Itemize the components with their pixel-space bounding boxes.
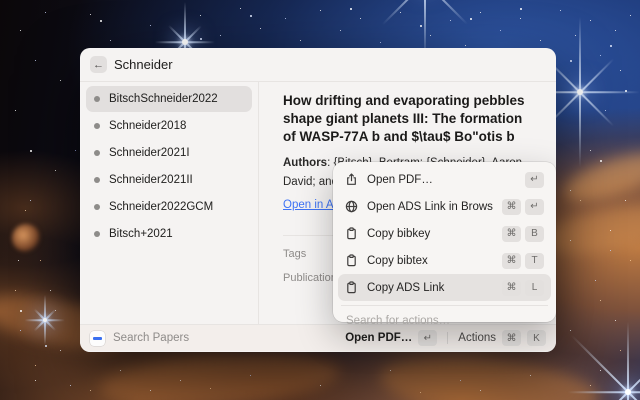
cmd-key-badge: ⌘: [502, 226, 521, 242]
actions-search-input[interactable]: Search for actions…: [338, 310, 551, 332]
list-item-label: Schneider2021II: [109, 174, 193, 186]
menu-item-open-ads-link[interactable]: Open ADS Link in Browser ⌘ ↵: [338, 193, 551, 220]
bullet-icon: [94, 231, 100, 237]
list-item-paper[interactable]: Schneider2018: [86, 113, 252, 139]
menu-item-label: Open PDF…: [367, 174, 516, 186]
return-key-badge: ↵: [525, 199, 544, 215]
bullet-icon: [94, 96, 100, 102]
extension-name: Search Papers: [113, 332, 189, 344]
cmd-key-badge: ⌘: [502, 280, 521, 296]
bullet-icon: [94, 150, 100, 156]
bullet-icon: [94, 177, 100, 183]
clipboard-icon: [345, 281, 358, 294]
starfield: [0, 0, 1, 1]
list-item-paper[interactable]: Schneider2021II: [86, 167, 252, 193]
bullet-icon: [94, 123, 100, 129]
divider: [341, 305, 548, 306]
menu-item-copy-ads-link[interactable]: Copy ADS Link ⌘ L: [338, 274, 551, 301]
list-item-label: Schneider2018: [109, 120, 186, 132]
back-arrow-icon: ←: [93, 59, 104, 71]
list-item-paper[interactable]: Bitsch+2021: [86, 221, 252, 247]
return-key-badge: ↵: [525, 172, 544, 188]
actions-menu: Open PDF… ↵ Open ADS Link in Browser ⌘ ↵…: [333, 162, 556, 322]
list-item-label: Schneider2021I: [109, 147, 190, 159]
search-query[interactable]: Schneider: [114, 57, 173, 72]
list-item-label: Bitsch+2021: [109, 228, 173, 240]
menu-item-open-pdf[interactable]: Open PDF… ↵: [338, 166, 551, 193]
cmd-key-badge: ⌘: [502, 199, 521, 215]
b-key-badge: B: [525, 226, 544, 242]
cmd-key-badge: ⌘: [502, 330, 521, 346]
list-item-paper[interactable]: Schneider2022GCM: [86, 194, 252, 220]
actions-button[interactable]: Actions: [458, 332, 496, 344]
paper-title: How drifting and evaporating pebbles sha…: [283, 92, 537, 146]
list-item-label: BitschSchneider2022: [109, 93, 218, 105]
globe-icon: [345, 200, 358, 213]
t-key-badge: T: [525, 253, 544, 269]
menu-item-label: Copy ADS Link: [367, 282, 493, 294]
clipboard-icon: [345, 227, 358, 240]
clipboard-icon: [345, 254, 358, 267]
primary-action-button[interactable]: Open PDF…: [345, 332, 412, 344]
menu-item-label: Copy bibkey: [367, 228, 493, 240]
list-item-label: Schneider2022GCM: [109, 201, 213, 213]
menu-item-copy-bibkey[interactable]: Copy bibkey ⌘ B: [338, 220, 551, 247]
list-item-paper[interactable]: Schneider2021I: [86, 140, 252, 166]
cmd-key-badge: ⌘: [502, 253, 521, 269]
authors-label: Authors: [283, 157, 327, 169]
list-item-paper[interactable]: BitschSchneider2022: [86, 86, 252, 112]
blurred-star: [12, 224, 40, 252]
k-key-badge: K: [527, 330, 546, 346]
divider: [447, 332, 448, 344]
bullet-icon: [94, 204, 100, 210]
upload-icon: [345, 173, 358, 186]
menu-item-copy-bibtex[interactable]: Copy bibtex ⌘ T: [338, 247, 551, 274]
back-button[interactable]: ←: [90, 56, 107, 73]
extension-logo-icon: [90, 331, 105, 346]
search-header: ← Schneider: [80, 48, 556, 82]
paper-list: BitschSchneider2022 Schneider2018 Schnei…: [80, 82, 259, 324]
menu-item-label: Copy bibtex: [367, 255, 493, 267]
return-key-badge: ↵: [418, 330, 437, 346]
menu-item-label: Open ADS Link in Browser: [367, 201, 493, 213]
l-key-badge: L: [525, 280, 544, 296]
